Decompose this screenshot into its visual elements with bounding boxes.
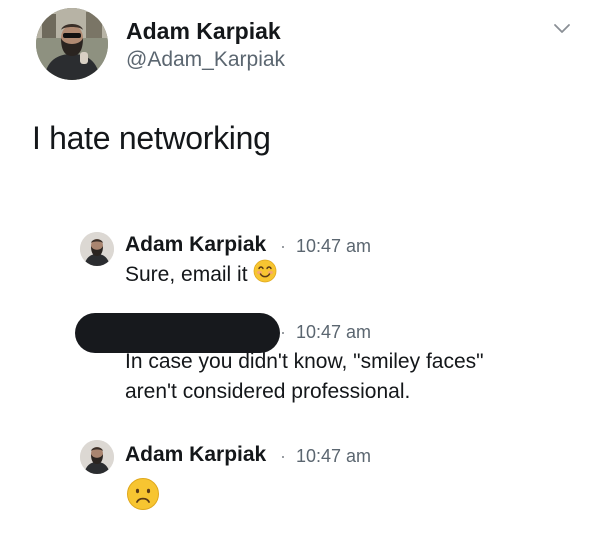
author-handle[interactable]: @Adam_Karpiak <box>126 48 285 72</box>
message-avatar[interactable] <box>80 232 114 266</box>
message-text: Sure, email it <box>125 259 277 292</box>
chevron-down-icon[interactable] <box>553 22 571 36</box>
smiling-face-icon <box>253 259 277 292</box>
message-author-name[interactable]: Adam Karpiak <box>125 233 266 257</box>
message-text-line: aren't considered professional. <box>125 380 411 403</box>
author-avatar[interactable] <box>36 8 108 80</box>
time-separator: · <box>280 236 286 256</box>
message-author-name[interactable]: Adam Karpiak <box>125 443 266 467</box>
time-separator: · <box>280 446 286 466</box>
message-text: In case you didn't know, "smiley faces" … <box>125 347 484 407</box>
time-separator: · <box>280 322 286 342</box>
author-display-name[interactable]: Adam Karpiak <box>126 18 281 45</box>
message-text-content: Sure, email it <box>125 263 248 287</box>
tweet-text: I hate networking <box>32 120 271 156</box>
message-timestamp: 10:47 am <box>296 322 372 342</box>
frowning-face-icon <box>126 477 160 516</box>
message-timestamp: 10:47 am <box>296 446 372 466</box>
message-text-line: In case you didn't know, "smiley faces" <box>125 350 484 373</box>
message-timestamp: 10:47 am <box>296 236 372 256</box>
message-avatar[interactable] <box>80 440 114 474</box>
